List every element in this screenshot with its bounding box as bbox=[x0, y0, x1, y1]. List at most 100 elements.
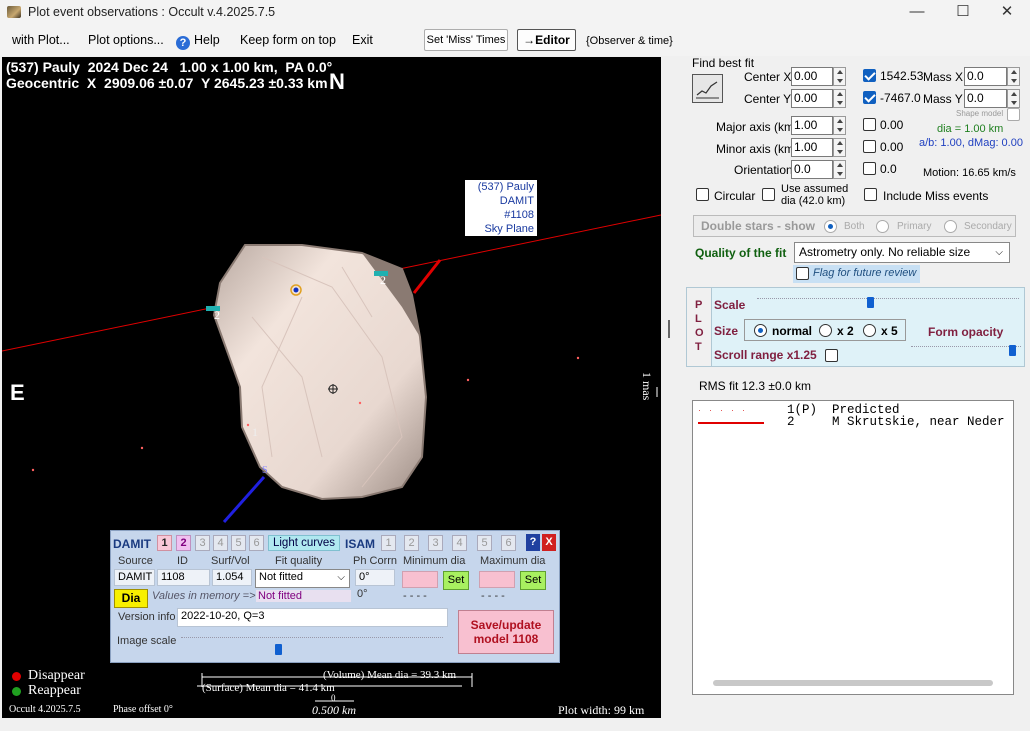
menu-exit[interactable]: Exit bbox=[352, 33, 373, 47]
ds-secondary-label: Secondary bbox=[964, 221, 1012, 232]
isam-model-2-button[interactable]: 2 bbox=[404, 535, 419, 551]
find-best-fit-button[interactable] bbox=[692, 74, 723, 103]
north-label: N bbox=[329, 69, 345, 94]
flag-review-group: Flag for future review bbox=[793, 265, 920, 283]
menu-with-plot[interactable]: with Plot... bbox=[12, 33, 70, 47]
list-horizontal-scrollbar[interactable] bbox=[713, 680, 993, 686]
menu-plot-options[interactable]: Plot options... bbox=[88, 33, 164, 47]
minimize-button[interactable]: — bbox=[894, 0, 940, 26]
damit-model-3-button[interactable]: 3 bbox=[195, 535, 210, 551]
center-x-input[interactable]: 0.00 bbox=[791, 67, 833, 86]
maximize-button[interactable]: ☐ bbox=[940, 0, 986, 26]
quality-fit-label: Quality of the fit bbox=[695, 246, 787, 260]
version-info-field[interactable]: 2022-10-20, Q=3 bbox=[177, 608, 448, 627]
center-x-label: Center X bbox=[744, 70, 792, 84]
ds-secondary-radio[interactable] bbox=[944, 220, 957, 233]
size-normal-radio[interactable] bbox=[754, 324, 767, 337]
center-y-spinner[interactable] bbox=[833, 89, 846, 108]
image-scale-slider[interactable] bbox=[181, 637, 443, 651]
legend-row-2: 2 M Skrutskie, near Neder bbox=[787, 415, 1005, 429]
panel-splitter[interactable] bbox=[668, 320, 670, 338]
form-opacity-slider[interactable] bbox=[911, 346, 1021, 360]
mass-x-input[interactable]: 0.0 bbox=[964, 67, 1007, 86]
chord-label-1: 1 bbox=[252, 425, 258, 439]
set-miss-times-button[interactable]: Set 'Miss' Times bbox=[424, 29, 508, 51]
scale-slider[interactable] bbox=[757, 298, 1019, 312]
damit-model-2-button[interactable]: 2 bbox=[176, 535, 191, 551]
mass-y-input[interactable]: 0.0 bbox=[964, 89, 1007, 108]
include-miss-checkbox[interactable] bbox=[864, 188, 877, 201]
center-x-spinner[interactable] bbox=[833, 67, 846, 86]
object-label-name: (537) Pauly bbox=[477, 181, 534, 193]
mass-x-spinner[interactable] bbox=[1007, 67, 1020, 86]
fit-quality-select[interactable]: Not fitted ⌵ bbox=[255, 569, 350, 588]
light-curves-button[interactable]: Light curves bbox=[268, 535, 340, 551]
scale-thumb[interactable] bbox=[867, 297, 874, 308]
major-axis-spinner[interactable] bbox=[833, 116, 846, 135]
center-y-checkbox[interactable] bbox=[863, 91, 876, 104]
phcorr-field[interactable]: 0° bbox=[355, 569, 395, 586]
observer-time-link[interactable]: {Observer & time} bbox=[586, 35, 673, 47]
damit-model-6-button[interactable]: 6 bbox=[249, 535, 264, 551]
damit-help-button[interactable]: ? bbox=[526, 534, 540, 551]
form-opacity-thumb[interactable] bbox=[1009, 345, 1016, 356]
minor-axis-value: 0.00 bbox=[880, 140, 904, 154]
orientation-spinner[interactable] bbox=[833, 160, 846, 179]
image-scale-label: Image scale bbox=[117, 635, 177, 647]
isam-model-6-button[interactable]: 6 bbox=[501, 535, 516, 551]
include-miss-label: Include Miss events bbox=[883, 189, 989, 203]
mean-volume-label: (Volume) Mean dia = 39.3 km bbox=[323, 669, 457, 681]
ds-primary-radio[interactable] bbox=[876, 220, 889, 233]
set-max-dia-button[interactable]: Set bbox=[520, 571, 546, 590]
set-min-dia-button[interactable]: Set bbox=[443, 571, 469, 590]
circular-checkbox[interactable] bbox=[696, 188, 709, 201]
orientation-checkbox[interactable] bbox=[863, 162, 876, 175]
center-x-checkbox[interactable] bbox=[863, 69, 876, 82]
isam-model-3-button[interactable]: 3 bbox=[428, 535, 443, 551]
menu-help[interactable]: ? Help bbox=[176, 33, 220, 50]
center-y-input[interactable]: 0.00 bbox=[791, 89, 833, 108]
source-field: DAMIT bbox=[114, 569, 155, 586]
motion-text: Motion: 16.65 km/s bbox=[923, 167, 1016, 179]
minor-axis-checkbox[interactable] bbox=[863, 140, 876, 153]
dia-button[interactable]: Dia bbox=[114, 589, 148, 608]
mass-y-spinner[interactable] bbox=[1007, 89, 1020, 108]
mass-x-label: Mass X bbox=[923, 70, 964, 84]
dia-text: dia = 1.00 km bbox=[937, 123, 1004, 135]
damit-model-1-button[interactable]: 1 bbox=[157, 535, 172, 551]
editor-button[interactable]: →Editor bbox=[517, 29, 576, 51]
menu-keep-on-top[interactable]: Keep form on top bbox=[240, 33, 336, 47]
image-scale-thumb[interactable] bbox=[275, 644, 282, 655]
east-label: E bbox=[10, 380, 25, 405]
scroll-range-checkbox[interactable] bbox=[825, 349, 838, 362]
size-x2-radio[interactable] bbox=[819, 324, 832, 337]
col-surfvol-label: Surf/Vol bbox=[211, 555, 250, 567]
save-update-model-button[interactable]: Save/update model 1108 bbox=[458, 610, 554, 654]
isam-model-4-button[interactable]: 4 bbox=[452, 535, 467, 551]
legend-disappear: Disappear bbox=[28, 668, 85, 683]
min-dia-field[interactable] bbox=[402, 571, 438, 588]
major-axis-input[interactable]: 1.00 bbox=[791, 116, 833, 135]
major-axis-checkbox[interactable] bbox=[863, 118, 876, 131]
quality-fit-select[interactable]: Astrometry only. No reliable size ⌵ bbox=[794, 242, 1010, 263]
major-axis-label: Major axis (km) bbox=[716, 120, 799, 134]
max-dia-field[interactable] bbox=[479, 571, 515, 588]
damit-close-button[interactable]: X bbox=[542, 534, 556, 551]
damit-model-5-button[interactable]: 5 bbox=[231, 535, 246, 551]
minor-axis-input[interactable]: 1.00 bbox=[791, 138, 833, 157]
close-button[interactable]: ✕ bbox=[984, 0, 1030, 26]
ds-both-radio[interactable] bbox=[824, 220, 837, 233]
col-source-label: Source bbox=[118, 555, 153, 567]
shape-model-checkbox[interactable] bbox=[1007, 108, 1020, 121]
scale-mas-label: 1 mas bbox=[640, 372, 654, 401]
flag-review-checkbox[interactable] bbox=[796, 267, 809, 280]
isam-model-5-button[interactable]: 5 bbox=[477, 535, 492, 551]
observer-legend-list[interactable]: ····· 1(P) Predicted 2 M Skrutskie, near… bbox=[692, 400, 1014, 695]
orientation-input[interactable]: 0.0 bbox=[791, 160, 833, 179]
damit-model-4-button[interactable]: 4 bbox=[213, 535, 228, 551]
minor-axis-spinner[interactable] bbox=[833, 138, 846, 157]
use-assumed-checkbox[interactable] bbox=[762, 188, 775, 201]
size-x5-radio[interactable] bbox=[863, 324, 876, 337]
isam-model-1-button[interactable]: 1 bbox=[381, 535, 396, 551]
orientation-value: 0.0 bbox=[880, 162, 897, 176]
